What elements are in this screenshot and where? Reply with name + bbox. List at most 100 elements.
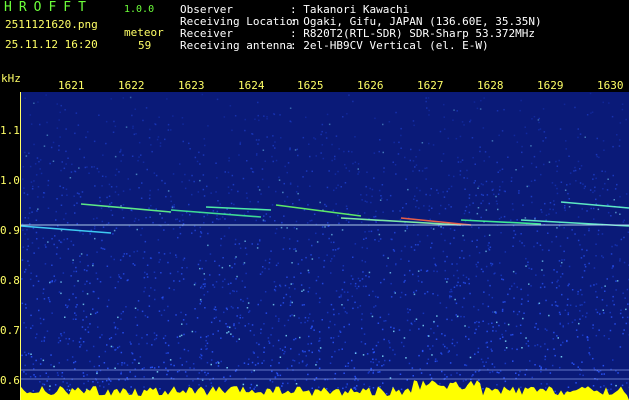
noise-speck	[459, 170, 462, 172]
noise-speck	[92, 308, 94, 310]
noise-speck	[539, 128, 542, 130]
noise-speck	[560, 265, 562, 267]
noise-speck	[289, 148, 291, 151]
x-tick-1624: 1624	[238, 79, 265, 92]
noise-speck	[73, 270, 75, 273]
noise-speck	[290, 348, 292, 350]
noise-speck	[602, 309, 604, 311]
noise-speck	[340, 186, 342, 188]
noise-speck	[186, 266, 188, 269]
noise-speck	[275, 190, 277, 193]
noise-speck	[531, 118, 533, 120]
noise-speck	[564, 189, 567, 191]
noise-speck	[245, 272, 247, 275]
noise-speck	[94, 225, 96, 228]
noise-speck	[64, 316, 66, 318]
noise-speck	[59, 185, 61, 187]
noise-speck	[107, 222, 110, 224]
noise-speck	[515, 169, 517, 171]
noise-speck	[141, 337, 143, 339]
noise-speck	[488, 234, 491, 236]
noise-speck	[528, 185, 530, 187]
noise-speck	[316, 361, 318, 363]
noise-speck	[44, 263, 47, 265]
noise-speck	[37, 208, 39, 210]
noise-speck	[175, 218, 177, 221]
noise-speck	[99, 281, 102, 283]
noise-speck	[602, 101, 604, 104]
noise-speck	[427, 97, 430, 99]
noise-speck	[148, 305, 151, 307]
noise-speck	[137, 309, 139, 311]
noise-speck	[200, 285, 203, 287]
noise-speck	[329, 390, 332, 393]
noise-speck	[525, 132, 528, 135]
noise-speck	[23, 322, 25, 324]
noise-speck	[296, 240, 299, 242]
noise-speck	[320, 133, 322, 136]
noise-speck	[228, 227, 230, 229]
noise-speck	[278, 179, 281, 181]
noise-speck	[274, 147, 276, 149]
noise-speck	[448, 188, 450, 190]
noise-speck	[616, 183, 618, 186]
noise-speck	[153, 271, 156, 273]
noise-speck	[323, 259, 326, 262]
noise-speck	[612, 300, 614, 302]
noise-speck	[235, 278, 237, 280]
noise-speck	[44, 244, 46, 246]
noise-speck	[273, 113, 276, 116]
noise-speck	[319, 297, 321, 299]
noise-speck	[608, 338, 610, 340]
noise-speck	[305, 116, 307, 119]
noise-speck	[114, 191, 117, 193]
noise-speck	[155, 334, 158, 337]
noise-speck	[558, 260, 561, 262]
noise-speck	[46, 121, 48, 124]
noise-speck	[244, 118, 246, 121]
noise-speck	[516, 286, 518, 288]
noise-speck	[232, 307, 234, 309]
noise-speck	[577, 290, 579, 293]
noise-speck	[60, 229, 63, 232]
noise-speck	[269, 258, 271, 260]
noise-speck	[39, 168, 41, 170]
noise-speck	[395, 111, 397, 114]
noise-speck	[286, 227, 288, 229]
noise-speck	[423, 205, 425, 207]
noise-speck	[556, 335, 558, 337]
noise-speck	[305, 256, 307, 259]
noise-speck	[311, 326, 313, 328]
noise-speck	[432, 345, 434, 347]
noise-speck	[419, 368, 421, 370]
noise-speck	[206, 342, 209, 345]
noise-speck	[89, 360, 91, 363]
noise-speck	[258, 343, 260, 346]
noise-speck	[256, 247, 259, 249]
noise-speck	[132, 125, 134, 128]
noise-speck	[43, 383, 46, 386]
noise-speck	[219, 203, 221, 205]
noise-speck	[440, 233, 443, 235]
noise-speck	[63, 238, 65, 241]
noise-speck	[625, 193, 628, 195]
noise-speck	[496, 371, 498, 374]
noise-speck	[136, 250, 139, 252]
noise-speck	[601, 286, 603, 289]
noise-speck	[141, 310, 144, 313]
noise-speck	[291, 365, 293, 367]
noise-speck	[23, 371, 25, 373]
noise-speck	[32, 227, 35, 230]
noise-speck	[381, 184, 384, 186]
noise-speck	[72, 318, 75, 320]
noise-speck	[431, 242, 433, 244]
noise-speck	[516, 313, 519, 316]
noise-speck	[249, 387, 251, 389]
noise-speck	[70, 275, 72, 277]
noise-speck	[309, 155, 311, 158]
noise-speck	[450, 288, 452, 291]
noise-speck	[295, 220, 298, 223]
noise-speck	[536, 230, 539, 232]
noise-speck	[101, 380, 104, 383]
noise-speck	[99, 200, 102, 202]
